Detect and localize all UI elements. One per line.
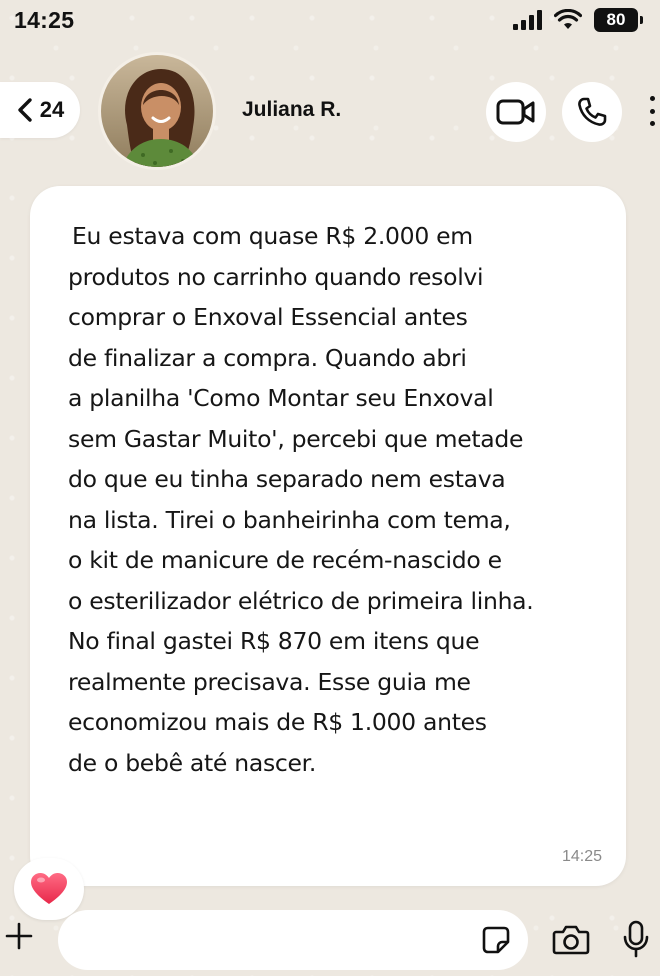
sticker-icon [482,926,510,954]
status-bar: 14:25 80 [0,0,660,40]
camera-icon [552,925,590,955]
camera-button[interactable] [550,920,592,960]
back-button[interactable]: 24 [0,82,80,138]
message-line: o kit de manicure de recém-nascido e [68,546,502,574]
avatar[interactable] [98,52,216,170]
phone-icon [578,97,607,126]
message-line: o esterilizador elétrico de primeira lin… [68,586,534,615]
message-line: produtos no carrinho quando resolvi [68,262,484,291]
message-bubble[interactable]: Eu estava com quase R$ 2.000 em produtos… [30,186,626,886]
avatar-image [101,55,213,167]
microphone-button[interactable] [618,916,654,962]
chevron-left-icon [18,98,32,122]
sticker-button[interactable] [478,922,514,958]
plus-icon [5,922,33,950]
unread-count: 24 [39,97,65,122]
more-options-button[interactable] [644,90,660,132]
heart-icon [31,873,67,904]
message-line: a planilha 'Como Montar seu Enxoval [68,384,494,412]
status-time: 14:25 [14,6,75,33]
video-call-icon [496,99,535,125]
voice-call-button[interactable] [562,82,622,142]
microphone-icon [623,920,649,958]
contact-name[interactable]: Juliana R. [242,98,341,122]
message-input[interactable] [58,910,528,970]
wifi-icon [554,9,582,29]
status-icons: 80 [513,8,643,32]
battery-icon: 80 [594,8,643,32]
message-line: sem Gastar Muito', percebi que metade [68,424,524,453]
signal-icon [513,10,542,30]
chat-header: 24 Juliana R. [0,52,660,172]
message-line: comprar o Enxoval Essencial antes [68,303,468,331]
message-line: de finalizar a compra. Quando abri [68,343,467,372]
attach-button[interactable] [2,916,36,956]
message-line: na lista. Tirei o banheirinha com tema, [68,505,511,534]
video-call-button[interactable] [486,82,546,142]
battery-level: 80 [606,10,626,29]
message-line: economizou mais de R$ 1.000 antes [68,708,487,736]
message-text: Eu estava com quase R$ 2.000 em produtos… [68,216,598,783]
message-line: do que eu tinha separado nem estava [68,465,506,493]
message-line: realmente precisava. Esse guia me [68,667,471,696]
message-line: de o bebê até nascer. [68,748,317,777]
message-timestamp: 14:25 [561,848,602,865]
more-vertical-icon [649,96,655,101]
message-line: Eu estava com quase R$ 2.000 em [72,222,473,250]
composer-bar [0,910,660,976]
message-line: No final gastei R$ 870 em itens que [68,627,480,655]
